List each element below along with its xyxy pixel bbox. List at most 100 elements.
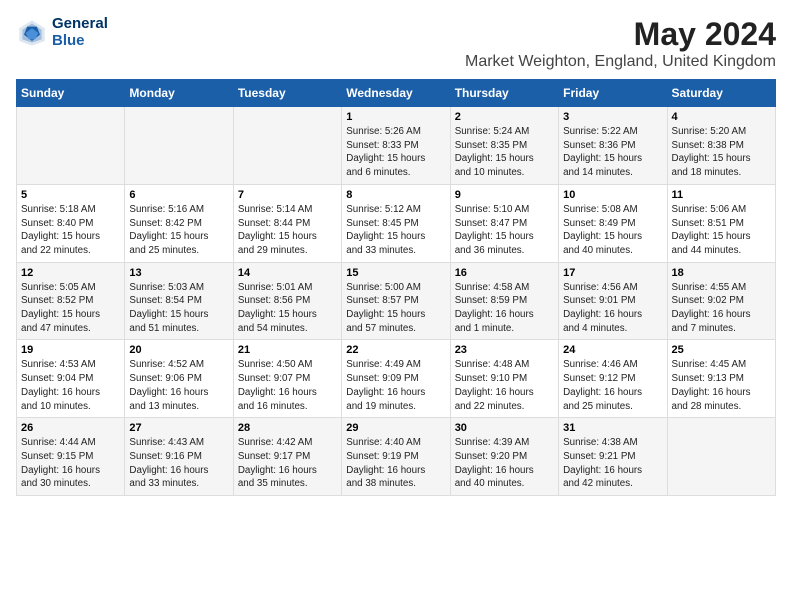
header-thursday: Thursday bbox=[450, 80, 558, 107]
day-info: Sunrise: 4:58 AM Sunset: 8:59 PM Dayligh… bbox=[455, 281, 554, 336]
calendar-cell: 26Sunrise: 4:44 AM Sunset: 9:15 PM Dayli… bbox=[17, 418, 125, 496]
day-info: Sunrise: 5:14 AM Sunset: 8:44 PM Dayligh… bbox=[238, 203, 337, 258]
day-number: 21 bbox=[238, 344, 337, 356]
day-info: Sunrise: 5:00 AM Sunset: 8:57 PM Dayligh… bbox=[346, 281, 445, 336]
calendar-cell: 15 Sunrise: 5:00 AM Sunset: 8:57 PM Dayli… bbox=[342, 262, 450, 340]
day-number: 11 bbox=[672, 189, 771, 201]
day-number: 8 bbox=[346, 189, 445, 201]
day-number: 2 bbox=[455, 111, 554, 123]
header-friday: Friday bbox=[559, 80, 667, 107]
day-info: Sunrise: 4:49 AM Sunset: 9:09 PM Dayligh… bbox=[346, 358, 445, 413]
calendar-cell: 10Sunrise: 5:08 AM Sunset: 8:49 PM Dayli… bbox=[559, 184, 667, 262]
day-info: Sunrise: 4:43 AM Sunset: 9:16 PM Dayligh… bbox=[129, 436, 228, 491]
day-number: 30 bbox=[455, 422, 554, 434]
day-info: Sunrise: 5:06 AM Sunset: 8:51 PM Dayligh… bbox=[672, 203, 771, 258]
calendar-cell: 16Sunrise: 4:58 AM Sunset: 8:59 PM Dayli… bbox=[450, 262, 558, 340]
header-wednesday: Wednesday bbox=[342, 80, 450, 107]
day-number: 17 bbox=[563, 267, 662, 279]
calendar-cell: 22Sunrise: 4:49 AM Sunset: 9:09 PM Dayli… bbox=[342, 340, 450, 418]
day-number: 14 bbox=[238, 267, 337, 279]
day-number: 15 bbox=[346, 267, 445, 279]
header-monday: Monday bbox=[125, 80, 233, 107]
day-info: Sunrise: 5:01 AM Sunset: 8:56 PM Dayligh… bbox=[238, 281, 337, 336]
calendar-week-2: 5 Sunrise: 5:18 AM Sunset: 8:40 PM Daylig… bbox=[17, 184, 776, 262]
day-number: 6 bbox=[129, 189, 228, 201]
day-number: 7 bbox=[238, 189, 337, 201]
calendar-cell: 2 Sunrise: 5:24 AM Sunset: 8:35 PM Daylig… bbox=[450, 107, 558, 185]
day-number: 29 bbox=[346, 422, 445, 434]
logo-line1: General bbox=[52, 16, 108, 33]
day-number: 24 bbox=[563, 344, 662, 356]
day-info: Sunrise: 5:05 AM Sunset: 8:52 PM Dayligh… bbox=[21, 281, 120, 336]
calendar-subtitle: Market Weighton, England, United Kingdom bbox=[465, 53, 776, 71]
header-sunday: Sunday bbox=[17, 80, 125, 107]
logo-icon bbox=[16, 17, 48, 49]
calendar-cell: 5 Sunrise: 5:18 AM Sunset: 8:40 PM Daylig… bbox=[17, 184, 125, 262]
calendar-cell: 8Sunrise: 5:12 AM Sunset: 8:45 PM Daylig… bbox=[342, 184, 450, 262]
calendar-cell: 7 Sunrise: 5:14 AM Sunset: 8:44 PM Daylig… bbox=[233, 184, 341, 262]
day-number: 1 bbox=[346, 111, 445, 123]
day-info: Sunrise: 4:38 AM Sunset: 9:21 PM Dayligh… bbox=[563, 436, 662, 491]
calendar-cell: 20 Sunrise: 4:52 AM Sunset: 9:06 PM Dayli… bbox=[125, 340, 233, 418]
calendar-cell: 30 Sunrise: 4:39 AM Sunset: 9:20 PM Dayli… bbox=[450, 418, 558, 496]
calendar-cell bbox=[233, 107, 341, 185]
calendar-cell: 21Sunrise: 4:50 AM Sunset: 9:07 PM Dayli… bbox=[233, 340, 341, 418]
day-info: Sunrise: 5:24 AM Sunset: 8:35 PM Dayligh… bbox=[455, 125, 554, 180]
day-info: Sunrise: 4:56 AM Sunset: 9:01 PM Dayligh… bbox=[563, 281, 662, 336]
day-number: 27 bbox=[129, 422, 228, 434]
day-info: Sunrise: 4:46 AM Sunset: 9:12 PM Dayligh… bbox=[563, 358, 662, 413]
calendar-week-4: 19 Sunrise: 4:53 AM Sunset: 9:04 PM Dayli… bbox=[17, 340, 776, 418]
day-info: Sunrise: 5:16 AM Sunset: 8:42 PM Dayligh… bbox=[129, 203, 228, 258]
day-info: Sunrise: 5:10 AM Sunset: 8:47 PM Dayligh… bbox=[455, 203, 554, 258]
day-number: 5 bbox=[21, 189, 120, 201]
calendar-cell: 28Sunrise: 4:42 AM Sunset: 9:17 PM Dayli… bbox=[233, 418, 341, 496]
calendar-cell: 31 Sunrise: 4:38 AM Sunset: 9:21 PM Dayli… bbox=[559, 418, 667, 496]
calendar-cell: 24 Sunrise: 4:46 AM Sunset: 9:12 PM Dayli… bbox=[559, 340, 667, 418]
day-number: 31 bbox=[563, 422, 662, 434]
calendar-title: May 2024 bbox=[465, 16, 776, 53]
calendar-cell: 9Sunrise: 5:10 AM Sunset: 8:47 PM Daylig… bbox=[450, 184, 558, 262]
calendar-week-5: 26Sunrise: 4:44 AM Sunset: 9:15 PM Dayli… bbox=[17, 418, 776, 496]
logo-line2: Blue bbox=[52, 33, 108, 50]
calendar-cell: 1Sunrise: 5:26 AM Sunset: 8:33 PM Daylig… bbox=[342, 107, 450, 185]
header-tuesday: Tuesday bbox=[233, 80, 341, 107]
calendar-cell: 4 Sunrise: 5:20 AM Sunset: 8:38 PM Daylig… bbox=[667, 107, 775, 185]
day-info: Sunrise: 5:20 AM Sunset: 8:38 PM Dayligh… bbox=[672, 125, 771, 180]
day-number: 25 bbox=[672, 344, 771, 356]
calendar-cell: 17 Sunrise: 4:56 AM Sunset: 9:01 PM Dayli… bbox=[559, 262, 667, 340]
calendar-cell: 3 Sunrise: 5:22 AM Sunset: 8:36 PM Daylig… bbox=[559, 107, 667, 185]
title-block: May 2024 Market Weighton, England, Unite… bbox=[465, 16, 776, 71]
day-number: 13 bbox=[129, 267, 228, 279]
calendar-cell: 14 Sunrise: 5:01 AM Sunset: 8:56 PM Dayli… bbox=[233, 262, 341, 340]
calendar-cell bbox=[17, 107, 125, 185]
day-info: Sunrise: 4:45 AM Sunset: 9:13 PM Dayligh… bbox=[672, 358, 771, 413]
page-header: General Blue May 2024 Market Weighton, E… bbox=[16, 16, 776, 71]
day-info: Sunrise: 4:53 AM Sunset: 9:04 PM Dayligh… bbox=[21, 358, 120, 413]
day-number: 23 bbox=[455, 344, 554, 356]
day-number: 10 bbox=[563, 189, 662, 201]
day-number: 19 bbox=[21, 344, 120, 356]
day-number: 4 bbox=[672, 111, 771, 123]
day-info: Sunrise: 5:03 AM Sunset: 8:54 PM Dayligh… bbox=[129, 281, 228, 336]
day-number: 18 bbox=[672, 267, 771, 279]
calendar-cell: 25 Sunrise: 4:45 AM Sunset: 9:13 PM Dayli… bbox=[667, 340, 775, 418]
calendar-header-row: SundayMondayTuesdayWednesdayThursdayFrid… bbox=[17, 80, 776, 107]
day-info: Sunrise: 4:40 AM Sunset: 9:19 PM Dayligh… bbox=[346, 436, 445, 491]
day-info: Sunrise: 5:18 AM Sunset: 8:40 PM Dayligh… bbox=[21, 203, 120, 258]
day-info: Sunrise: 5:22 AM Sunset: 8:36 PM Dayligh… bbox=[563, 125, 662, 180]
calendar-cell: 19 Sunrise: 4:53 AM Sunset: 9:04 PM Dayli… bbox=[17, 340, 125, 418]
day-info: Sunrise: 4:48 AM Sunset: 9:10 PM Dayligh… bbox=[455, 358, 554, 413]
calendar-cell: 29 Sunrise: 4:40 AM Sunset: 9:19 PM Dayli… bbox=[342, 418, 450, 496]
calendar-cell bbox=[667, 418, 775, 496]
day-info: Sunrise: 4:42 AM Sunset: 9:17 PM Dayligh… bbox=[238, 436, 337, 491]
calendar-cell bbox=[125, 107, 233, 185]
day-number: 20 bbox=[129, 344, 228, 356]
calendar-cell: 27 Sunrise: 4:43 AM Sunset: 9:16 PM Dayli… bbox=[125, 418, 233, 496]
day-info: Sunrise: 4:52 AM Sunset: 9:06 PM Dayligh… bbox=[129, 358, 228, 413]
day-info: Sunrise: 4:39 AM Sunset: 9:20 PM Dayligh… bbox=[455, 436, 554, 491]
calendar-cell: 13 Sunrise: 5:03 AM Sunset: 8:54 PM Dayli… bbox=[125, 262, 233, 340]
calendar-cell: 12Sunrise: 5:05 AM Sunset: 8:52 PM Dayli… bbox=[17, 262, 125, 340]
day-number: 3 bbox=[563, 111, 662, 123]
calendar-week-1: 1Sunrise: 5:26 AM Sunset: 8:33 PM Daylig… bbox=[17, 107, 776, 185]
day-info: Sunrise: 4:55 AM Sunset: 9:02 PM Dayligh… bbox=[672, 281, 771, 336]
